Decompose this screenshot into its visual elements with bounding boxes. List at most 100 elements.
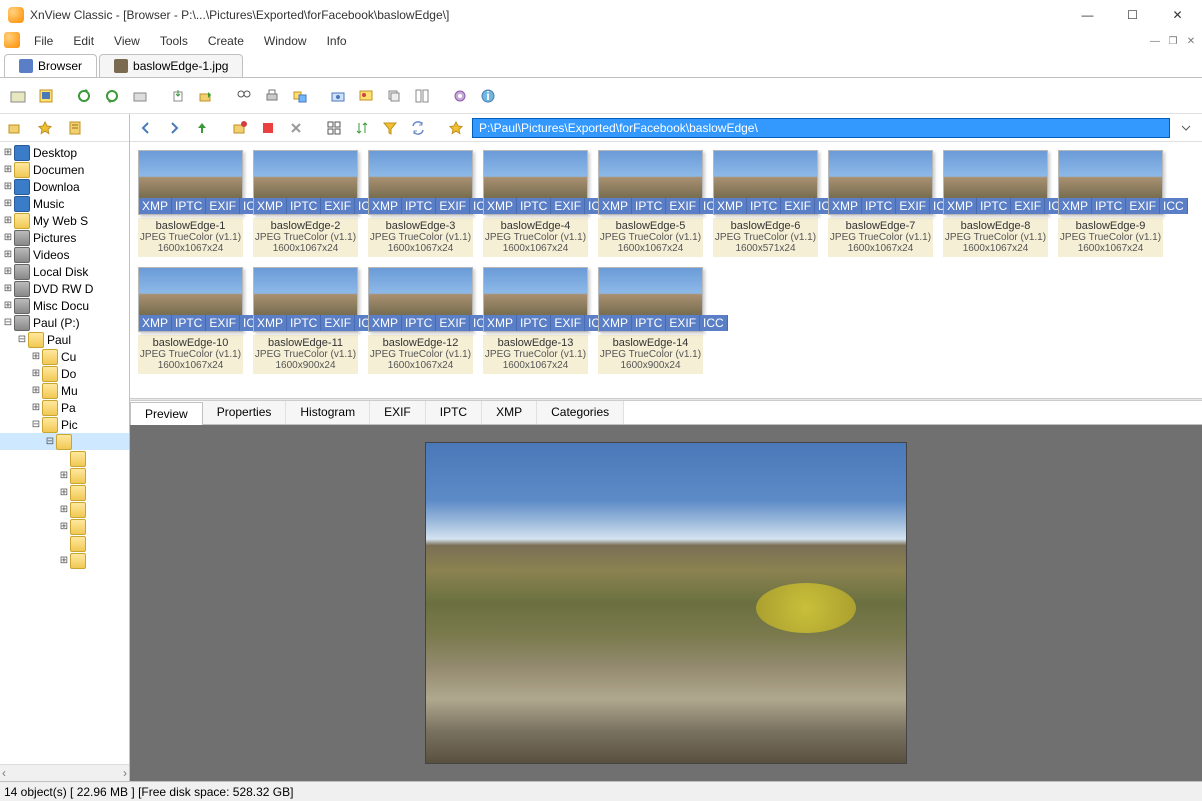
expand-icon[interactable]: ⊞ [58, 470, 70, 481]
tree-item[interactable]: ⊞Documen [0, 161, 129, 178]
menu-create[interactable]: Create [198, 32, 254, 50]
open-icon[interactable] [6, 84, 30, 108]
thumbnail[interactable]: XMPIPTCEXIFICCbaslowEdge-8JPEG TrueColor… [943, 150, 1048, 257]
tree-item[interactable]: ⊞ [0, 467, 129, 484]
expand-icon[interactable]: ⊞ [58, 504, 70, 515]
expand-icon[interactable]: ⊞ [30, 385, 42, 396]
tree-item[interactable]: ⊞Cu [0, 348, 129, 365]
expand-icon[interactable]: ⊞ [58, 555, 70, 566]
menu-view[interactable]: View [104, 32, 150, 50]
tree-item[interactable]: ⊟Paul [0, 331, 129, 348]
tab-properties[interactable]: Properties [203, 401, 287, 424]
expand-icon[interactable]: ⊞ [2, 147, 14, 158]
expand-icon[interactable]: ⊞ [2, 266, 14, 277]
tree-item[interactable]: ⊞Pa [0, 399, 129, 416]
tab-xmp[interactable]: XMP [482, 401, 537, 424]
tree-item[interactable]: ⊞ [0, 484, 129, 501]
tab-browser[interactable]: Browser [4, 54, 97, 77]
tree-item[interactable]: ⊞Desktop [0, 144, 129, 161]
tree-item[interactable]: ⊞Misc Docu [0, 297, 129, 314]
tab-categories[interactable]: Categories [537, 401, 624, 424]
filter-icon[interactable] [378, 116, 402, 140]
thumbnail[interactable]: XMPIPTCEXIFICCbaslowEdge-9JPEG TrueColor… [1058, 150, 1163, 257]
tree-item[interactable]: ⊟Pic [0, 416, 129, 433]
copy-to-icon[interactable] [166, 84, 190, 108]
favorite-icon[interactable] [444, 116, 468, 140]
refresh-icon[interactable] [72, 84, 96, 108]
expand-icon[interactable]: ⊞ [2, 215, 14, 226]
delete-icon[interactable] [284, 116, 308, 140]
tree-scrollbar[interactable]: ‹› [0, 764, 129, 781]
refresh-all-icon[interactable] [100, 84, 124, 108]
expand-icon[interactable]: ⊞ [2, 181, 14, 192]
expand-icon[interactable]: ⊞ [30, 351, 42, 362]
print-icon[interactable] [260, 84, 284, 108]
maximize-button[interactable]: ☐ [1110, 0, 1155, 30]
tree-item[interactable]: ⊞Mu [0, 382, 129, 399]
expand-icon[interactable]: ⊞ [2, 198, 14, 209]
capture-icon[interactable] [326, 84, 350, 108]
path-input[interactable]: P:\Paul\Pictures\Exported\forFacebook\ba… [472, 118, 1170, 138]
expand-icon[interactable]: ⊟ [30, 419, 42, 430]
tab-histogram[interactable]: Histogram [286, 401, 370, 424]
expand-icon[interactable]: ⊞ [2, 300, 14, 311]
thumbnail[interactable]: XMPIPTCEXIFICCbaslowEdge-14JPEG TrueColo… [598, 267, 703, 374]
stop-icon[interactable] [256, 116, 280, 140]
thumbnail[interactable]: XMPIPTCEXIFICCbaslowEdge-12JPEG TrueColo… [368, 267, 473, 374]
tree-item[interactable] [0, 535, 129, 552]
expand-icon[interactable]: ⊟ [16, 334, 28, 345]
acquire-icon[interactable] [128, 84, 152, 108]
tree-item[interactable] [0, 450, 129, 467]
path-dropdown-icon[interactable] [1174, 116, 1198, 140]
view-mode-icon[interactable] [322, 116, 346, 140]
move-to-icon[interactable] [194, 84, 218, 108]
mdi-close[interactable]: ✕ [1184, 34, 1198, 48]
recurse-icon[interactable] [406, 116, 430, 140]
up-icon[interactable] [190, 116, 214, 140]
menu-info[interactable]: Info [317, 32, 357, 50]
tab-preview[interactable]: Preview [130, 402, 203, 425]
menu-tools[interactable]: Tools [150, 32, 198, 50]
tree-item[interactable]: ⊞DVD RW D [0, 280, 129, 297]
menu-file[interactable]: File [24, 32, 63, 50]
tab-exif[interactable]: EXIF [370, 401, 426, 424]
expand-icon[interactable]: ⊞ [2, 164, 14, 175]
minimize-button[interactable]: — [1065, 0, 1110, 30]
tab-iptc[interactable]: IPTC [426, 401, 482, 424]
expand-icon[interactable]: ⊟ [44, 436, 56, 447]
tree-item[interactable]: ⊞ [0, 501, 129, 518]
settings-icon[interactable] [448, 84, 472, 108]
tree-item[interactable]: ⊞Videos [0, 246, 129, 263]
sort-icon[interactable] [350, 116, 374, 140]
thumbnail[interactable]: XMPIPTCEXIFICCbaslowEdge-7JPEG TrueColor… [828, 150, 933, 257]
tree-item[interactable]: ⊞ [0, 518, 129, 535]
tree-item[interactable]: ⊞Local Disk [0, 263, 129, 280]
thumbnail-pane[interactable]: XMPIPTCEXIFICCbaslowEdge-1JPEG TrueColor… [130, 142, 1202, 398]
compare-icon[interactable] [410, 84, 434, 108]
thumbnail[interactable]: XMPIPTCEXIFICCbaslowEdge-10JPEG TrueColo… [138, 267, 243, 374]
about-icon[interactable]: i [476, 84, 500, 108]
convert-icon[interactable] [288, 84, 312, 108]
forward-icon[interactable] [162, 116, 186, 140]
thumbnail[interactable]: XMPIPTCEXIFICCbaslowEdge-13JPEG TrueColo… [483, 267, 588, 374]
search-icon[interactable] [232, 84, 256, 108]
back-icon[interactable] [134, 116, 158, 140]
thumbnail[interactable]: XMPIPTCEXIFICCbaslowEdge-11JPEG TrueColo… [253, 267, 358, 374]
thumbnail[interactable]: XMPIPTCEXIFICCbaslowEdge-4JPEG TrueColor… [483, 150, 588, 257]
menu-edit[interactable]: Edit [63, 32, 104, 50]
tree-item[interactable]: ⊟Paul (P:) [0, 314, 129, 331]
expand-icon[interactable]: ⊞ [2, 232, 14, 243]
expand-icon[interactable]: ⊞ [30, 368, 42, 379]
tree-item[interactable]: ⊞Music [0, 195, 129, 212]
folder-new-icon[interactable] [4, 117, 26, 139]
expand-icon[interactable]: ⊞ [30, 402, 42, 413]
thumbnail[interactable]: XMPIPTCEXIFICCbaslowEdge-3JPEG TrueColor… [368, 150, 473, 257]
tree-item[interactable]: ⊞My Web S [0, 212, 129, 229]
thumbnail[interactable]: XMPIPTCEXIFICCbaslowEdge-2JPEG TrueColor… [253, 150, 358, 257]
mdi-restore[interactable]: ❐ [1166, 34, 1180, 48]
thumbnail[interactable]: XMPIPTCEXIFICCbaslowEdge-1JPEG TrueColor… [138, 150, 243, 257]
close-button[interactable]: ✕ [1155, 0, 1200, 30]
expand-icon[interactable]: ⊞ [2, 249, 14, 260]
expand-icon[interactable]: ⊞ [58, 521, 70, 532]
folder-tree[interactable]: ⊞Desktop⊞Documen⊞Downloa⊞Music⊞My Web S⊞… [0, 142, 129, 764]
